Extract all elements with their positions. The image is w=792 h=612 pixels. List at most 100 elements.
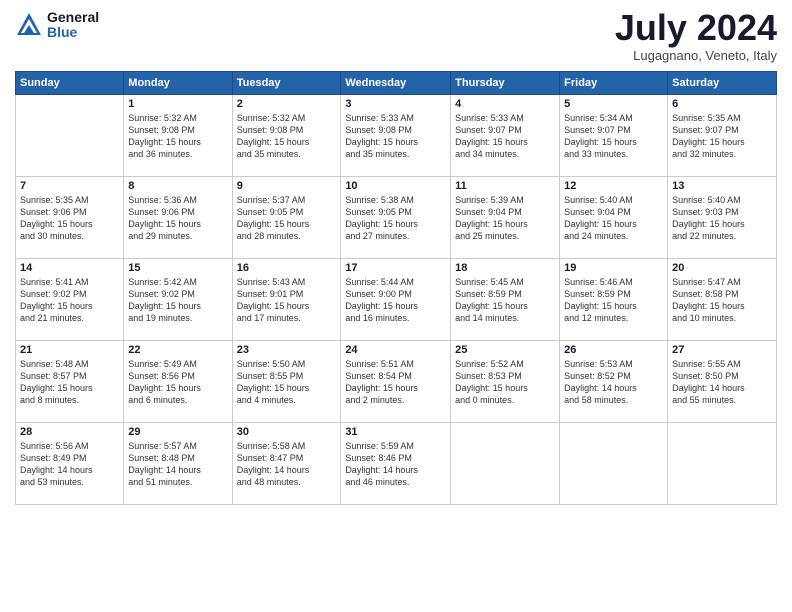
day-number: 9	[237, 180, 337, 192]
calendar-cell: 11Sunrise: 5:39 AM Sunset: 9:04 PM Dayli…	[451, 177, 560, 259]
calendar-cell: 7Sunrise: 5:35 AM Sunset: 9:06 PM Daylig…	[16, 177, 124, 259]
calendar-cell: 28 Sunrise: 5:56 AM Sunset: 8:49 PM Dayli…	[16, 423, 124, 505]
cell-info: Sunrise: 5:49 AM Sunset: 8:56 PM Dayligh…	[128, 358, 227, 407]
calendar-cell: 19 Sunrise: 5:46 AM Sunset: 8:59 PM Dayli…	[560, 259, 668, 341]
month-title: July 2024	[615, 10, 777, 46]
calendar-row: 7Sunrise: 5:35 AM Sunset: 9:06 PM Daylig…	[16, 177, 777, 259]
cell-info: Sunrise: 5:57 AM Sunset: 8:48 PM Dayligh…	[128, 440, 227, 489]
calendar-cell: 4 Sunrise: 5:33 AM Sunset: 9:07 PM Daylig…	[451, 95, 560, 177]
cell-info: Sunrise: 5:35 AM Sunset: 9:07 PM Dayligh…	[672, 112, 772, 161]
title-section: July 2024 Lugagnano, Veneto, Italy	[615, 10, 777, 63]
day-number: 16	[237, 262, 337, 274]
cell-info: Sunrise: 5:50 AM Sunset: 8:55 PM Dayligh…	[237, 358, 337, 407]
day-number: 8	[128, 180, 227, 192]
weekday-header: Friday	[560, 72, 668, 95]
day-number: 1	[128, 98, 227, 110]
cell-info: Sunrise: 5:53 AM Sunset: 8:52 PM Dayligh…	[564, 358, 663, 407]
calendar-table: SundayMondayTuesdayWednesdayThursdayFrid…	[15, 71, 777, 505]
page: General Blue July 2024 Lugagnano, Veneto…	[0, 0, 792, 612]
logo-blue: Blue	[47, 25, 99, 40]
calendar-cell: 2Sunrise: 5:32 AM Sunset: 9:08 PM Daylig…	[232, 95, 341, 177]
calendar-cell: 14Sunrise: 5:41 AM Sunset: 9:02 PM Dayli…	[16, 259, 124, 341]
calendar-cell: 20 Sunrise: 5:47 AM Sunset: 8:58 PM Dayli…	[668, 259, 777, 341]
day-number: 12	[564, 180, 663, 192]
weekday-header: Monday	[124, 72, 232, 95]
calendar-cell: 25 Sunrise: 5:52 AM Sunset: 8:53 PM Dayli…	[451, 341, 560, 423]
cell-info: Sunrise: 5:51 AM Sunset: 8:54 PM Dayligh…	[345, 358, 446, 407]
day-number: 22	[128, 344, 227, 356]
logo-text: General Blue	[47, 10, 99, 41]
cell-info: Sunrise: 5:33 AM Sunset: 9:07 PM Dayligh…	[455, 112, 555, 161]
day-number: 18	[455, 262, 555, 274]
calendar-cell: 27 Sunrise: 5:55 AM Sunset: 8:50 PM Dayli…	[668, 341, 777, 423]
day-number: 30	[237, 426, 337, 438]
cell-info: Sunrise: 5:44 AM Sunset: 9:00 PM Dayligh…	[345, 276, 446, 325]
header-row: SundayMondayTuesdayWednesdayThursdayFrid…	[16, 72, 777, 95]
cell-info: Sunrise: 5:34 AM Sunset: 9:07 PM Dayligh…	[564, 112, 663, 161]
calendar-cell: 17Sunrise: 5:44 AM Sunset: 9:00 PM Dayli…	[341, 259, 451, 341]
calendar-cell: 3Sunrise: 5:33 AM Sunset: 9:08 PM Daylig…	[341, 95, 451, 177]
calendar-cell	[668, 423, 777, 505]
weekday-header: Wednesday	[341, 72, 451, 95]
cell-info: Sunrise: 5:59 AM Sunset: 8:46 PM Dayligh…	[345, 440, 446, 489]
day-number: 15	[128, 262, 227, 274]
day-number: 19	[564, 262, 663, 274]
cell-info: Sunrise: 5:47 AM Sunset: 8:58 PM Dayligh…	[672, 276, 772, 325]
logo-general: General	[47, 10, 99, 25]
calendar-cell: 1Sunrise: 5:32 AM Sunset: 9:08 PM Daylig…	[124, 95, 232, 177]
day-number: 13	[672, 180, 772, 192]
cell-info: Sunrise: 5:38 AM Sunset: 9:05 PM Dayligh…	[345, 194, 446, 243]
calendar-cell: 18 Sunrise: 5:45 AM Sunset: 8:59 PM Dayli…	[451, 259, 560, 341]
day-number: 28	[20, 426, 119, 438]
weekday-header: Sunday	[16, 72, 124, 95]
day-number: 6	[672, 98, 772, 110]
calendar-cell: 5 Sunrise: 5:34 AM Sunset: 9:07 PM Daylig…	[560, 95, 668, 177]
calendar-row: 1 Sunrise: 5:32 AM Sunset: 9:08 PM Daylig…	[16, 95, 777, 177]
cell-info: Sunrise: 5:55 AM Sunset: 8:50 PM Dayligh…	[672, 358, 772, 407]
calendar-row: 14Sunrise: 5:41 AM Sunset: 9:02 PM Dayli…	[16, 259, 777, 341]
calendar-cell: 13Sunrise: 5:40 AM Sunset: 9:03 PM Dayli…	[668, 177, 777, 259]
calendar-cell	[560, 423, 668, 505]
calendar-cell: 15Sunrise: 5:42 AM Sunset: 9:02 PM Dayli…	[124, 259, 232, 341]
cell-info: Sunrise: 5:40 AM Sunset: 9:04 PM Dayligh…	[564, 194, 663, 243]
day-number: 25	[455, 344, 555, 356]
calendar-row: 28 Sunrise: 5:56 AM Sunset: 8:49 PM Dayli…	[16, 423, 777, 505]
day-number: 31	[345, 426, 446, 438]
day-number: 29	[128, 426, 227, 438]
calendar-cell: 8Sunrise: 5:36 AM Sunset: 9:06 PM Daylig…	[124, 177, 232, 259]
cell-info: Sunrise: 5:52 AM Sunset: 8:53 PM Dayligh…	[455, 358, 555, 407]
day-number: 7	[20, 180, 119, 192]
day-number: 4	[455, 98, 555, 110]
day-number: 5	[564, 98, 663, 110]
calendar-cell: 22 Sunrise: 5:49 AM Sunset: 8:56 PM Dayli…	[124, 341, 232, 423]
header: General Blue July 2024 Lugagnano, Veneto…	[15, 10, 777, 63]
location: Lugagnano, Veneto, Italy	[615, 48, 777, 63]
day-number: 20	[672, 262, 772, 274]
calendar-cell	[451, 423, 560, 505]
calendar-cell: 21Sunrise: 5:48 AM Sunset: 8:57 PM Dayli…	[16, 341, 124, 423]
day-number: 14	[20, 262, 119, 274]
day-number: 11	[455, 180, 555, 192]
day-number: 24	[345, 344, 446, 356]
weekday-header: Saturday	[668, 72, 777, 95]
cell-info: Sunrise: 5:37 AM Sunset: 9:05 PM Dayligh…	[237, 194, 337, 243]
calendar-cell: 9 Sunrise: 5:37 AM Sunset: 9:05 PM Daylig…	[232, 177, 341, 259]
cell-info: Sunrise: 5:56 AM Sunset: 8:49 PM Dayligh…	[20, 440, 119, 489]
calendar-cell: 16 Sunrise: 5:43 AM Sunset: 9:01 PM Dayli…	[232, 259, 341, 341]
cell-info: Sunrise: 5:58 AM Sunset: 8:47 PM Dayligh…	[237, 440, 337, 489]
day-number: 26	[564, 344, 663, 356]
day-number: 10	[345, 180, 446, 192]
logo: General Blue	[15, 10, 99, 41]
cell-info: Sunrise: 5:43 AM Sunset: 9:01 PM Dayligh…	[237, 276, 337, 325]
day-number: 27	[672, 344, 772, 356]
day-number: 3	[345, 98, 446, 110]
calendar-cell: 10 Sunrise: 5:38 AM Sunset: 9:05 PM Dayli…	[341, 177, 451, 259]
cell-info: Sunrise: 5:45 AM Sunset: 8:59 PM Dayligh…	[455, 276, 555, 325]
cell-info: Sunrise: 5:46 AM Sunset: 8:59 PM Dayligh…	[564, 276, 663, 325]
calendar-cell: 31 Sunrise: 5:59 AM Sunset: 8:46 PM Dayli…	[341, 423, 451, 505]
calendar-cell: 26 Sunrise: 5:53 AM Sunset: 8:52 PM Dayli…	[560, 341, 668, 423]
calendar-cell: 29 Sunrise: 5:57 AM Sunset: 8:48 PM Dayli…	[124, 423, 232, 505]
calendar-row: 21Sunrise: 5:48 AM Sunset: 8:57 PM Dayli…	[16, 341, 777, 423]
cell-info: Sunrise: 5:32 AM Sunset: 9:08 PM Dayligh…	[237, 112, 337, 161]
weekday-header: Tuesday	[232, 72, 341, 95]
